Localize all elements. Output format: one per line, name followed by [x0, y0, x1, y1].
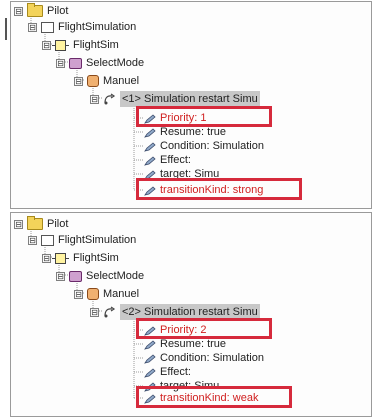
- package-icon: [41, 234, 54, 246]
- node-label: SelectMode: [86, 57, 145, 69]
- package-icon: [41, 21, 54, 33]
- collapse-toggle[interactable]: ⊟: [42, 253, 51, 263]
- tree-node-mode[interactable]: ⊟ SelectMode: [56, 55, 144, 71]
- highlight-priority-box: [136, 106, 272, 127]
- node-label: FlightSimulation: [58, 21, 137, 33]
- collapse-toggle[interactable]: ⊟: [14, 219, 23, 229]
- property-pencil-icon: [144, 339, 156, 350]
- tree-node-project[interactable]: ⊟ FlightSimulation: [28, 19, 136, 35]
- transition-icon: [103, 93, 116, 105]
- tree-node-mode[interactable]: ⊟ SelectMode: [56, 268, 144, 284]
- mode-icon: [69, 57, 82, 69]
- collapse-toggle[interactable]: ⊟: [56, 58, 65, 68]
- node-label: <1> Simulation restart Simu: [120, 91, 260, 107]
- node-label: Manuel: [103, 75, 140, 87]
- collapse-toggle[interactable]: ⊟: [56, 271, 65, 281]
- tree-node-project[interactable]: ⊟ FlightSimulation: [28, 232, 136, 248]
- highlight-transition-kind-box: [136, 386, 292, 408]
- tree-panel-bottom: ⊟ Pilot ⊟ FlightSimulation ⊟ FlightSim ⊟…: [10, 212, 372, 417]
- tree-node-system[interactable]: ⊟ FlightSim: [42, 37, 119, 53]
- component-icon: [52, 39, 69, 51]
- node-label: Pilot: [47, 5, 69, 17]
- tree-node-state[interactable]: ⊟ Manuel: [74, 286, 139, 302]
- panel-drag-handle[interactable]: [5, 18, 7, 40]
- collapse-toggle[interactable]: ⊟: [90, 307, 99, 317]
- property-pencil-icon: [144, 141, 156, 152]
- collapse-toggle[interactable]: ⊟: [28, 235, 37, 245]
- highlight-priority-box: [136, 318, 272, 339]
- node-label: FlightSim: [73, 252, 119, 264]
- tree-node-root[interactable]: ⊟ Pilot: [14, 3, 68, 19]
- state-icon: [87, 288, 99, 300]
- folder-icon: [27, 3, 43, 17]
- mode-icon: [69, 270, 82, 282]
- highlight-transition-kind-box: [136, 178, 302, 200]
- tree-node-root[interactable]: ⊟ Pilot: [14, 216, 68, 232]
- property-pencil-icon: [144, 367, 156, 378]
- node-label: SelectMode: [86, 270, 145, 282]
- collapse-toggle[interactable]: ⊟: [74, 76, 83, 86]
- node-label: Pilot: [47, 218, 69, 230]
- tree-node-state[interactable]: ⊟ Manuel: [74, 73, 139, 89]
- property-pencil-icon: [144, 353, 156, 364]
- collapse-toggle[interactable]: ⊟: [14, 6, 23, 16]
- tree-panel-top: ⊟ Pilot ⊟ FlightSimulation ⊟ FlightSim ⊟…: [10, 1, 372, 209]
- collapse-toggle[interactable]: ⊟: [42, 40, 51, 50]
- collapse-toggle[interactable]: ⊟: [28, 22, 37, 32]
- property-pencil-icon: [144, 155, 156, 166]
- component-icon: [52, 252, 69, 264]
- tree-node-system[interactable]: ⊟ FlightSim: [42, 250, 119, 266]
- collapse-toggle[interactable]: ⊟: [90, 94, 99, 104]
- tree-node-transition[interactable]: ⊟ <1> Simulation restart Simu: [90, 91, 260, 107]
- state-icon: [87, 75, 99, 87]
- property-pencil-icon: [144, 127, 156, 138]
- node-label: FlightSimulation: [58, 234, 137, 246]
- node-label: FlightSim: [73, 39, 119, 51]
- collapse-toggle[interactable]: ⊟: [74, 289, 83, 299]
- node-label: Manuel: [103, 288, 140, 300]
- transition-icon: [103, 306, 116, 318]
- folder-icon: [27, 216, 43, 230]
